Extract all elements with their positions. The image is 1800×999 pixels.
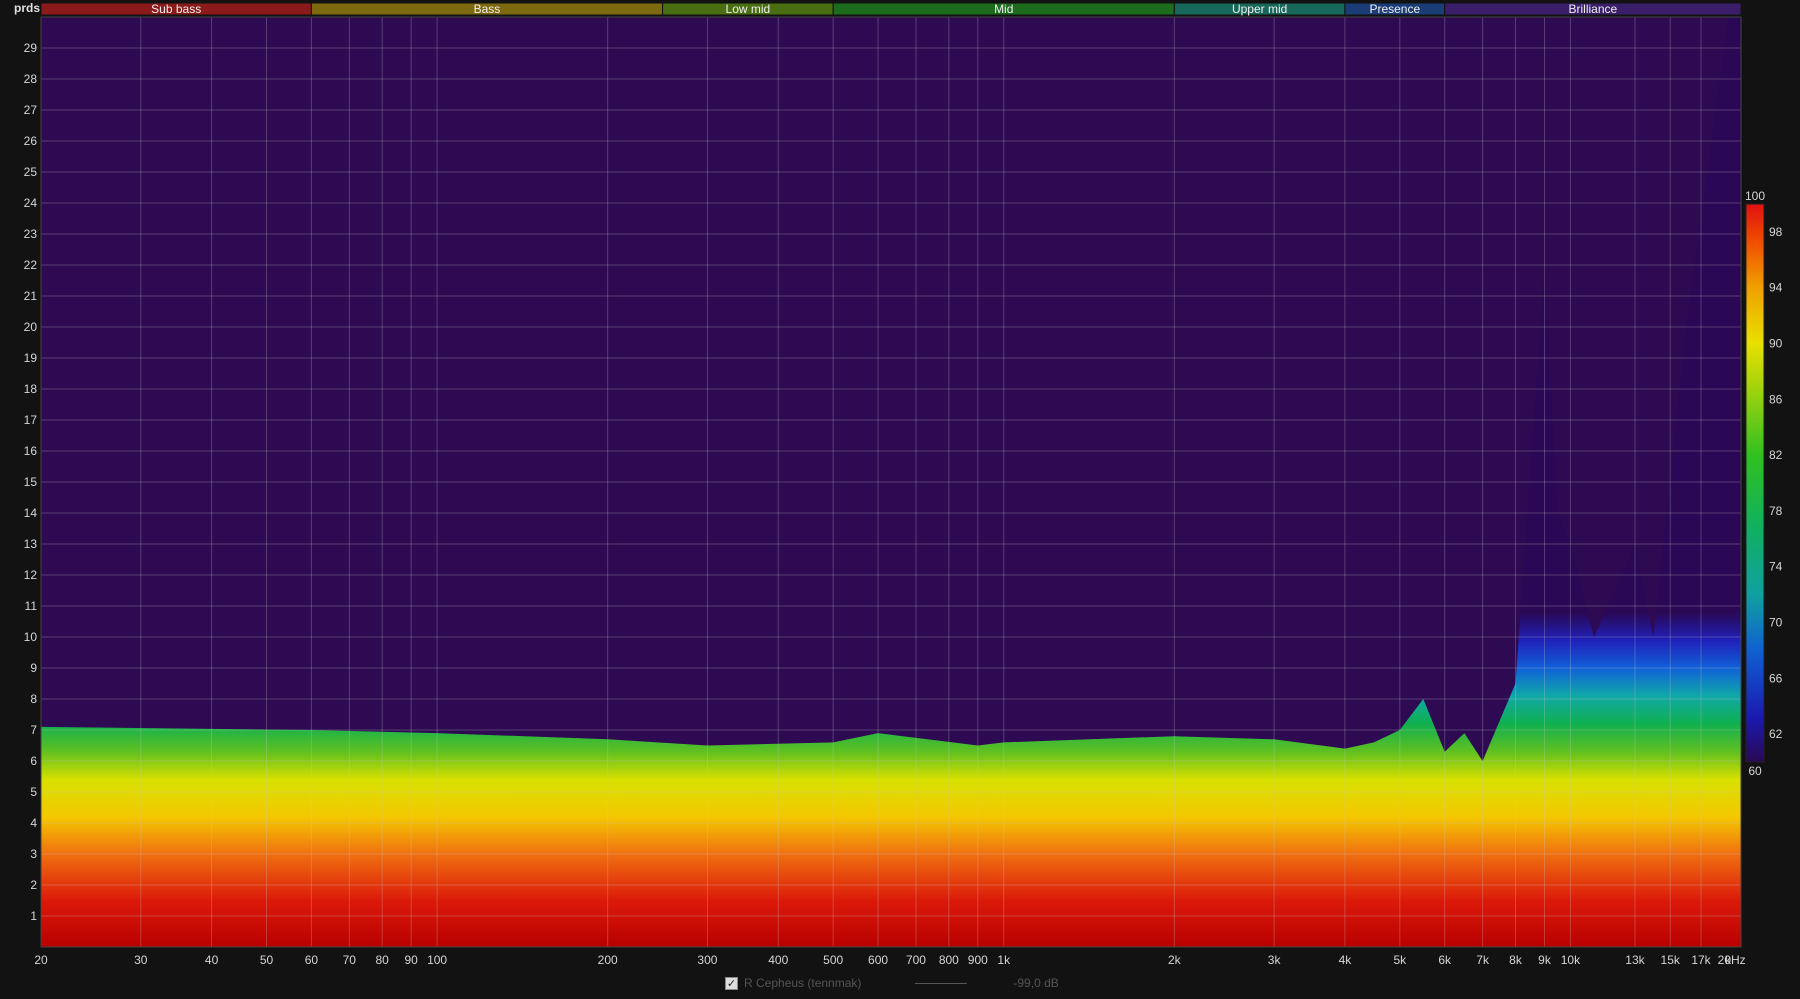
x-tick-label: 300	[697, 953, 717, 967]
x-tick-label: 2k	[1168, 953, 1182, 967]
y-tick-label: 19	[24, 351, 38, 365]
y-tick-label: 20	[24, 320, 38, 334]
y-tick-label: 17	[24, 413, 38, 427]
colorbar	[1745, 203, 1765, 763]
band-label: Mid	[994, 2, 1013, 16]
colorbar-tick-label: 74	[1769, 560, 1783, 574]
y-unit-label: prds	[14, 1, 40, 15]
y-tick-label: 6	[30, 754, 37, 768]
x-tick-label: 8k	[1509, 953, 1523, 967]
series-checkbox[interactable]: ✓	[725, 976, 738, 990]
y-tick-label: 13	[24, 537, 38, 551]
x-tick-label: 80	[375, 953, 389, 967]
y-tick-label: 2	[30, 878, 37, 892]
band-label: Bass	[474, 2, 501, 16]
x-tick-label: 5k	[1393, 953, 1407, 967]
band-label: Low mid	[726, 2, 771, 16]
x-tick-label: 40	[205, 953, 219, 967]
x-tick-label: 50	[260, 953, 274, 967]
x-tick-label: 800	[939, 953, 959, 967]
y-tick-label: 28	[24, 72, 38, 86]
y-tick-label: 7	[30, 723, 37, 737]
x-tick-label: 20	[34, 953, 48, 967]
y-tick-label: 12	[24, 568, 38, 582]
x-tick-label: 500	[823, 953, 843, 967]
x-tick-label: 900	[968, 953, 988, 967]
y-tick-label: 27	[24, 103, 38, 117]
x-unit-label: kHz	[1725, 953, 1746, 967]
series-label: R Cepheus (tennmak)	[744, 976, 862, 990]
x-tick-label: 7k	[1476, 953, 1490, 967]
x-tick-label: 400	[768, 953, 788, 967]
y-tick-label: 1	[30, 909, 37, 923]
series-value: -99,0 dB	[1013, 976, 1059, 990]
x-tick-label: 90	[404, 953, 418, 967]
series-line-swatch	[915, 982, 968, 984]
colorbar-tick-label: 94	[1769, 281, 1783, 295]
y-tick-label: 4	[30, 816, 37, 830]
y-tick-label: 25	[24, 165, 38, 179]
y-tick-label: 21	[24, 289, 38, 303]
y-tick-label: 29	[24, 41, 38, 55]
band-label: Sub bass	[151, 2, 201, 16]
colorbar-tick-label: 100	[1745, 189, 1765, 203]
x-tick-label: 1k	[997, 953, 1011, 967]
frequency-band-bar: Sub bass Bass Low mid Mid Upper mid Presence B…	[40, 2, 1742, 16]
colorbar-tick-label: 60	[1748, 764, 1762, 778]
y-tick-label: 10	[24, 630, 38, 644]
x-tick-label: 30	[134, 953, 148, 967]
x-tick-label: 6k	[1438, 953, 1452, 967]
x-tick-label: 13k	[1625, 953, 1645, 967]
colorbar-tick-label: 98	[1769, 225, 1783, 239]
band-label: Presence	[1369, 2, 1420, 16]
waterfall-chart: Sub bass Bass Low mid Mid Upper mid Presence B…	[14, 1, 1783, 967]
y-tick-label: 18	[24, 382, 38, 396]
x-tick-label: 9k	[1538, 953, 1552, 967]
y-axis-ticks: 1234567891011121314151617181920212223242…	[24, 41, 38, 923]
y-tick-label: 5	[30, 785, 37, 799]
x-axis-ticks: 20 30 40 50 60 70 80 90 100 200 300 400 500 600 700 800…	[34, 953, 1731, 967]
x-tick-label: 17k	[1691, 953, 1711, 967]
y-tick-label: 24	[24, 196, 38, 210]
legend: ✓ R Cepheus (tennmak) -99,0 dB	[725, 975, 1059, 991]
y-tick-label: 8	[30, 692, 37, 706]
y-tick-label: 15	[24, 475, 38, 489]
colorbar-tick-label: 78	[1769, 504, 1783, 518]
colorbar-tick-label: 66	[1769, 671, 1783, 685]
band-label: Upper mid	[1232, 2, 1287, 16]
x-tick-label: 60	[305, 953, 319, 967]
y-tick-label: 22	[24, 258, 38, 272]
y-tick-label: 26	[24, 134, 38, 148]
color-scale: 60 62 66 70 74 78 82 86 90 94 98 100	[1745, 189, 1783, 778]
band-label: Brilliance	[1569, 2, 1618, 16]
colorbar-tick-label: 82	[1769, 448, 1783, 462]
colorbar-tick-label: 90	[1769, 337, 1783, 351]
x-tick-label: 600	[868, 953, 888, 967]
colorbar-tick-label: 62	[1769, 727, 1783, 741]
x-tick-label: 4k	[1339, 953, 1353, 967]
colorbar-tick-label: 86	[1769, 392, 1783, 406]
y-tick-label: 9	[30, 661, 37, 675]
x-tick-label: 10k	[1561, 953, 1581, 967]
x-tick-label: 700	[906, 953, 926, 967]
x-tick-label: 15k	[1661, 953, 1681, 967]
y-tick-label: 11	[25, 599, 38, 613]
x-tick-label: 70	[343, 953, 357, 967]
colorbar-tick-label: 70	[1769, 616, 1783, 630]
y-tick-label: 3	[30, 847, 37, 861]
y-tick-label: 16	[24, 444, 38, 458]
x-tick-label: 200	[598, 953, 618, 967]
x-tick-label: 100	[427, 953, 447, 967]
y-tick-label: 23	[24, 227, 38, 241]
y-tick-label: 14	[24, 506, 38, 520]
x-tick-label: 3k	[1268, 953, 1282, 967]
